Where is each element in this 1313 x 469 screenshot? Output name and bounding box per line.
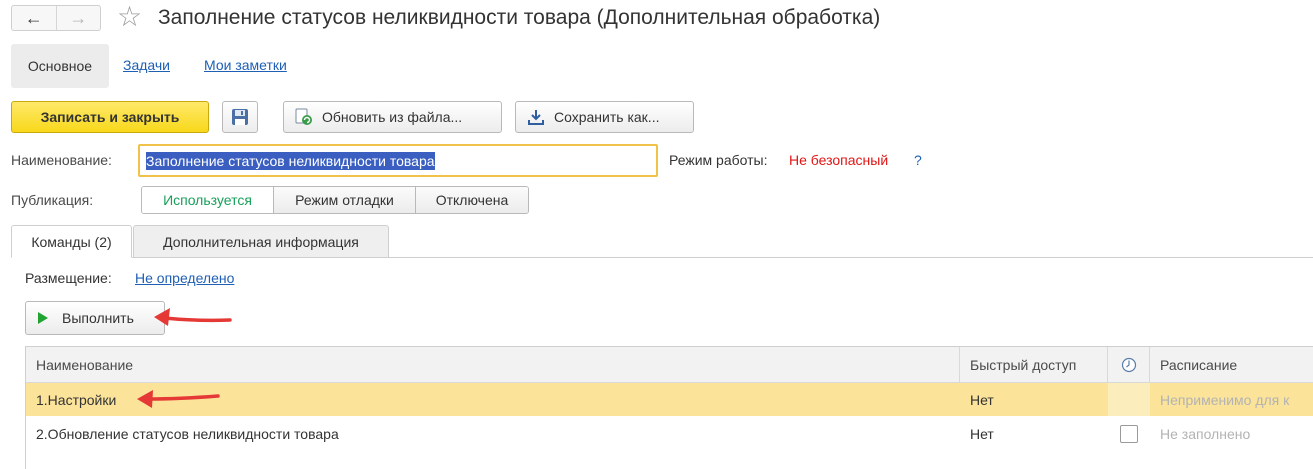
forward-button[interactable]: →	[57, 6, 101, 30]
column-header-fast-access[interactable]: Быстрый доступ	[960, 347, 1108, 382]
back-button[interactable]: ←	[12, 6, 57, 30]
favorite-star-icon[interactable]: ☆	[117, 2, 142, 32]
column-header-schedule[interactable]: Расписание	[1150, 347, 1313, 382]
section-notes-link[interactable]: Мои заметки	[204, 57, 287, 73]
row-fast-access: Нет	[970, 425, 994, 442]
annotation-arrow-settings	[137, 390, 220, 408]
row-schedule: Не заполнено	[1160, 425, 1251, 442]
update-from-file-label: Обновить из файла...	[322, 109, 463, 125]
name-label: Наименование:	[11, 152, 112, 168]
back-arrow-icon: ←	[24, 8, 43, 28]
tab-additional-info[interactable]: Дополнительная информация	[133, 225, 389, 258]
name-input-value: Заполнение статусов неликвидности товара	[146, 151, 435, 170]
section-tasks-link[interactable]: Задачи	[123, 57, 170, 73]
section-main[interactable]: Основное	[11, 44, 109, 88]
tab-commands[interactable]: Команды (2)	[11, 225, 132, 258]
save-as-button[interactable]: Сохранить как...	[515, 101, 694, 133]
table-header: Наименование Быстрый доступ Расписание	[26, 347, 1313, 383]
save-as-label: Сохранить как...	[554, 109, 660, 125]
mode-value: Не безопасный	[789, 152, 889, 168]
row-schedule: Неприменимо для к	[1160, 391, 1290, 408]
row-schedule-flag	[1108, 417, 1150, 450]
publication-option-disabled[interactable]: Отключена	[416, 187, 528, 213]
download-icon	[526, 107, 546, 127]
column-header-schedule-flag[interactable]	[1108, 347, 1150, 382]
mode-help-link[interactable]: ?	[914, 152, 922, 168]
placement-value-link[interactable]: Не определено	[135, 270, 234, 286]
floppy-disk-icon	[232, 109, 248, 125]
column-header-name[interactable]: Наименование	[26, 347, 960, 382]
run-label: Выполнить	[62, 310, 134, 326]
row-name: 2.Обновление статусов неликвидности това…	[36, 425, 339, 442]
navigation-buttons: ← →	[11, 5, 101, 31]
publication-label: Публикация:	[11, 192, 94, 208]
mode-label: Режим работы:	[669, 152, 768, 168]
save-and-close-button[interactable]: Записать и закрыть	[11, 101, 209, 133]
window-title: Заполнение статусов неликвидности товара…	[158, 6, 881, 29]
save-button[interactable]	[222, 101, 258, 133]
update-from-file-button[interactable]: Обновить из файла...	[283, 101, 502, 133]
schedule-checkbox[interactable]	[1120, 424, 1138, 443]
update-file-icon	[294, 107, 314, 127]
row-fast-access: Нет	[970, 391, 994, 408]
row-schedule-flag	[1108, 383, 1150, 416]
publication-toggle: Используется Режим отладки Отключена	[141, 186, 529, 214]
run-button[interactable]: Выполнить	[25, 301, 165, 335]
annotation-arrow-run	[154, 308, 232, 326]
play-icon	[38, 312, 48, 324]
name-input[interactable]: Заполнение статусов неликвидности товара	[138, 144, 658, 177]
table-row[interactable]: 2.Обновление статусов неликвидности това…	[26, 417, 1313, 450]
publication-option-used[interactable]: Используется	[142, 187, 274, 213]
placement-label: Размещение:	[25, 270, 112, 286]
clock-icon	[1121, 357, 1136, 372]
forward-arrow-icon: →	[69, 8, 88, 28]
publication-option-debug[interactable]: Режим отладки	[274, 187, 416, 213]
